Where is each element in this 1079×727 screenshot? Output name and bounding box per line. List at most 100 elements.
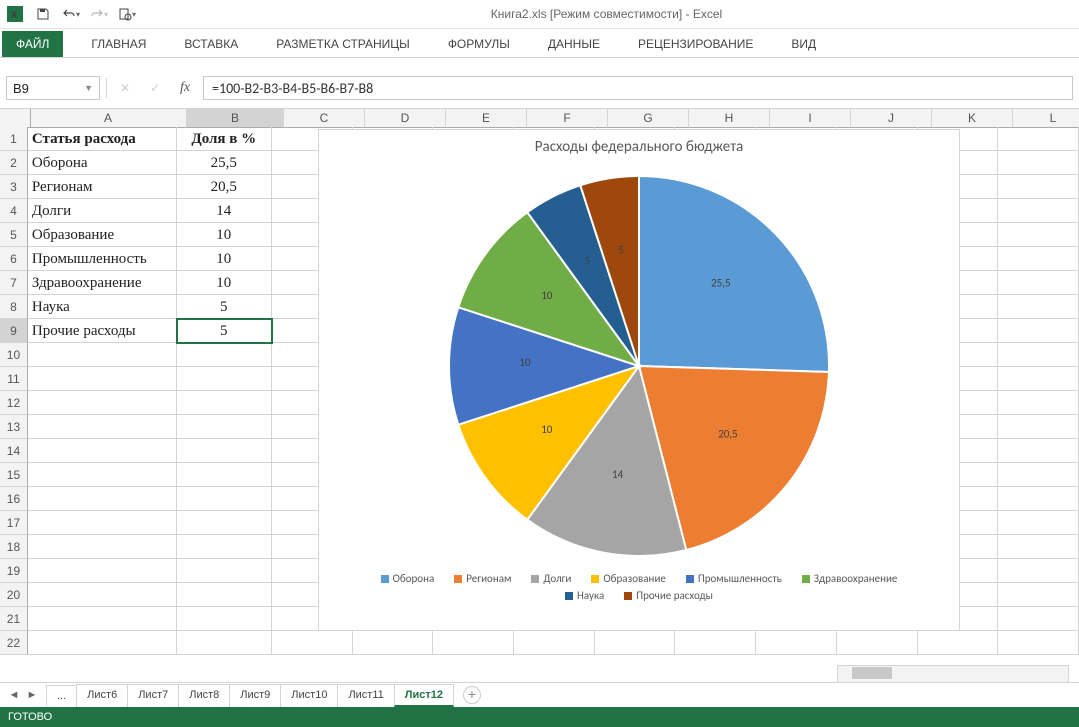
column-header[interactable]: H bbox=[689, 109, 770, 128]
row-header[interactable]: 9 bbox=[0, 319, 28, 343]
cell[interactable] bbox=[28, 367, 177, 391]
cell[interactable] bbox=[918, 631, 999, 655]
row-header[interactable]: 5 bbox=[0, 223, 28, 247]
cell[interactable] bbox=[28, 343, 177, 367]
cell[interactable] bbox=[177, 415, 272, 439]
row-header[interactable]: 15 bbox=[0, 463, 28, 487]
row-header[interactable]: 2 bbox=[0, 151, 28, 175]
legend-item[interactable]: Промышленность bbox=[686, 572, 782, 585]
legend-item[interactable]: Долги bbox=[531, 572, 571, 585]
formula-input[interactable]: =100-B2-B3-B4-B5-B6-B7-B8 bbox=[203, 76, 1073, 100]
row-header[interactable]: 12 bbox=[0, 391, 28, 415]
cell[interactable] bbox=[756, 631, 837, 655]
horizontal-scrollbar[interactable] bbox=[837, 665, 1069, 683]
row-header[interactable]: 19 bbox=[0, 559, 28, 583]
cell[interactable] bbox=[675, 631, 756, 655]
sheet-tab[interactable]: Лист6 bbox=[76, 684, 128, 707]
cell[interactable] bbox=[998, 247, 1079, 271]
cell[interactable] bbox=[28, 391, 177, 415]
sheet-nav-next-icon[interactable]: ► bbox=[24, 689, 40, 701]
row-header[interactable]: 18 bbox=[0, 535, 28, 559]
column-header[interactable]: A bbox=[30, 109, 187, 128]
column-header[interactable]: G bbox=[608, 109, 689, 128]
column-header[interactable]: K bbox=[932, 109, 1013, 128]
ribbon-tab-рецензирование[interactable]: РЕЦЕНЗИРОВАНИЕ bbox=[628, 31, 763, 57]
legend-item[interactable]: Прочие расходы bbox=[624, 589, 713, 602]
cell[interactable] bbox=[177, 559, 272, 583]
column-header[interactable]: E bbox=[446, 109, 527, 128]
row-header[interactable]: 13 bbox=[0, 415, 28, 439]
cell[interactable]: Здравоохранение bbox=[28, 271, 177, 295]
cell[interactable] bbox=[177, 439, 272, 463]
cell[interactable] bbox=[177, 463, 272, 487]
cell[interactable] bbox=[998, 511, 1079, 535]
cell[interactable] bbox=[998, 223, 1079, 247]
cell[interactable] bbox=[998, 295, 1079, 319]
column-header[interactable]: D bbox=[365, 109, 446, 128]
cell[interactable] bbox=[998, 607, 1079, 631]
cell[interactable]: Образование bbox=[28, 223, 177, 247]
cell[interactable] bbox=[998, 415, 1079, 439]
row-header[interactable]: 10 bbox=[0, 343, 28, 367]
cell[interactable]: Промышленность bbox=[28, 247, 177, 271]
cell[interactable] bbox=[998, 175, 1079, 199]
row-header[interactable]: 21 bbox=[0, 607, 28, 631]
cell[interactable] bbox=[177, 535, 272, 559]
sheet-tab-hidden[interactable]: ... bbox=[46, 685, 77, 706]
cell[interactable]: 10 bbox=[177, 223, 272, 247]
cell[interactable] bbox=[998, 463, 1079, 487]
cell[interactable]: Статья расхода bbox=[28, 127, 177, 151]
cell[interactable]: Прочие расходы bbox=[28, 319, 177, 343]
row-header[interactable]: 11 bbox=[0, 367, 28, 391]
column-header[interactable]: I bbox=[770, 109, 851, 128]
excel-icon[interactable]: X bbox=[4, 3, 26, 25]
legend-item[interactable]: Здравоохранение bbox=[802, 572, 898, 585]
row-header[interactable]: 1 bbox=[0, 127, 28, 151]
cell[interactable] bbox=[998, 583, 1079, 607]
sheet-tab[interactable]: Лист9 bbox=[229, 684, 281, 707]
cell[interactable] bbox=[998, 343, 1079, 367]
ribbon-tab-разметка страницы[interactable]: РАЗМЕТКА СТРАНИЦЫ bbox=[266, 31, 420, 57]
cell[interactable] bbox=[177, 607, 272, 631]
cell[interactable]: Регионам bbox=[28, 175, 177, 199]
cell[interactable] bbox=[998, 127, 1079, 151]
cell[interactable] bbox=[998, 151, 1079, 175]
cell[interactable] bbox=[998, 535, 1079, 559]
column-header[interactable]: B bbox=[187, 109, 284, 128]
cell[interactable] bbox=[514, 631, 595, 655]
cancel-icon[interactable]: ✕ bbox=[113, 77, 137, 99]
column-header[interactable]: J bbox=[851, 109, 932, 128]
sheet-tab[interactable]: Лист11 bbox=[337, 684, 394, 707]
cell[interactable] bbox=[433, 631, 514, 655]
legend-item[interactable]: Образование bbox=[591, 572, 665, 585]
legend-item[interactable]: Оборона bbox=[381, 572, 435, 585]
cell[interactable] bbox=[998, 439, 1079, 463]
sheet-tab[interactable]: Лист10 bbox=[280, 684, 338, 707]
column-header[interactable]: L bbox=[1013, 109, 1079, 128]
fx-icon[interactable]: fx bbox=[173, 77, 197, 99]
row-header[interactable]: 7 bbox=[0, 271, 28, 295]
cell[interactable]: 20,5 bbox=[177, 175, 272, 199]
cell[interactable] bbox=[28, 583, 177, 607]
row-header[interactable]: 22 bbox=[0, 631, 28, 655]
row-header[interactable]: 4 bbox=[0, 199, 28, 223]
cell[interactable]: 5 bbox=[177, 295, 272, 319]
sheet-tab[interactable]: Лист8 bbox=[178, 684, 230, 707]
cell[interactable] bbox=[177, 631, 272, 655]
cell[interactable] bbox=[998, 199, 1079, 223]
cell[interactable] bbox=[998, 559, 1079, 583]
cell[interactable]: Долги bbox=[28, 199, 177, 223]
cell[interactable] bbox=[28, 463, 177, 487]
name-box[interactable]: B9 ▼ bbox=[6, 76, 100, 100]
cell[interactable] bbox=[177, 343, 272, 367]
cell[interactable] bbox=[353, 631, 434, 655]
cell[interactable]: 5 bbox=[177, 319, 272, 343]
cell[interactable] bbox=[177, 583, 272, 607]
cell[interactable] bbox=[177, 367, 272, 391]
cell[interactable] bbox=[998, 487, 1079, 511]
sheet-tab[interactable]: Лист12 bbox=[394, 684, 454, 707]
ribbon-tab-файл[interactable]: ФАЙЛ bbox=[2, 31, 63, 57]
row-header[interactable]: 8 bbox=[0, 295, 28, 319]
print-preview-icon[interactable]: ▾ bbox=[116, 3, 138, 25]
legend-item[interactable]: Регионам bbox=[454, 572, 511, 585]
